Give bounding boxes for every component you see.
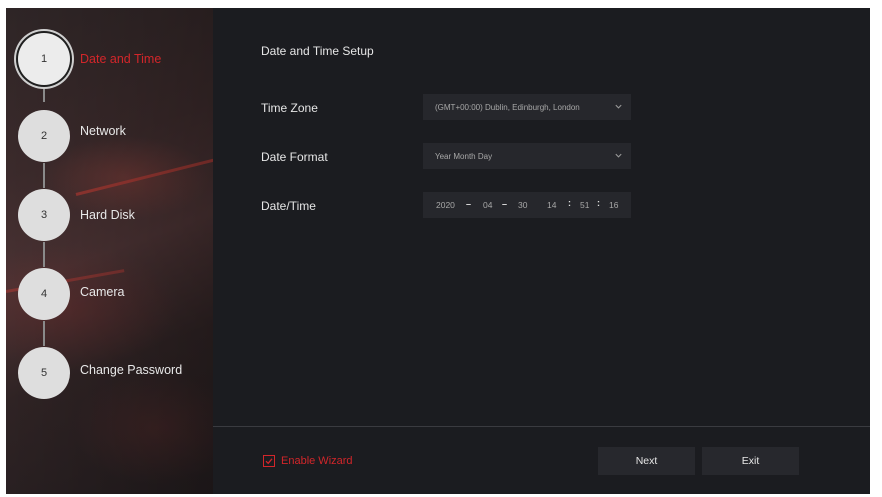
chevron-down-icon xyxy=(615,104,622,109)
date-format-select[interactable]: Year Month Day xyxy=(423,143,631,169)
next-button[interactable]: Next xyxy=(598,447,695,475)
step-number-badge: 3 xyxy=(18,189,70,241)
date-separator: – xyxy=(502,199,508,209)
checkmark-icon xyxy=(265,458,273,465)
date-format-label: Date Format xyxy=(261,150,328,164)
enable-wizard-label: Enable Wizard xyxy=(281,455,353,467)
hour-field[interactable]: 14 xyxy=(547,200,556,210)
setup-wizard-window: 1 Date and Time 2 Network 3 Hard Disk 4 … xyxy=(6,8,870,494)
date-separator: – xyxy=(466,199,472,209)
exit-button[interactable]: Exit xyxy=(702,447,799,475)
step-connector xyxy=(43,242,45,267)
wizard-step-network[interactable]: 2 Network xyxy=(18,109,213,163)
step-label: Network xyxy=(80,124,126,138)
step-label: Camera xyxy=(80,285,125,299)
step-connector xyxy=(43,88,45,102)
step-number-badge: 5 xyxy=(18,347,70,399)
step-connector xyxy=(43,321,45,346)
time-zone-value: (GMT+00:00) Dublin, Edinburgh, London xyxy=(435,102,580,112)
step-number-badge: 1 xyxy=(18,33,70,85)
enable-wizard-toggle[interactable]: Enable Wizard xyxy=(263,455,353,467)
date-time-label: Date/Time xyxy=(261,199,316,213)
time-separator: : xyxy=(597,198,600,208)
enable-wizard-checkbox[interactable] xyxy=(263,455,275,467)
page-title: Date and Time Setup xyxy=(261,44,374,58)
day-field[interactable]: 30 xyxy=(518,200,527,210)
wizard-step-date-and-time[interactable]: 1 Date and Time xyxy=(18,32,213,86)
date-format-value: Year Month Day xyxy=(435,151,493,161)
wizard-content: Date and Time Setup Time Zone (GMT+00:00… xyxy=(213,8,870,494)
wizard-step-change-password[interactable]: 5 Change Password xyxy=(18,346,213,400)
step-connector xyxy=(43,163,45,188)
step-label: Date and Time xyxy=(80,52,162,66)
step-number-badge: 2 xyxy=(18,110,70,162)
month-field[interactable]: 04 xyxy=(483,200,492,210)
wizard-sidebar: 1 Date and Time 2 Network 3 Hard Disk 4 … xyxy=(6,8,213,494)
chevron-down-icon xyxy=(615,153,622,158)
time-zone-label: Time Zone xyxy=(261,101,318,115)
second-field[interactable]: 16 xyxy=(609,200,618,210)
time-separator: : xyxy=(568,198,571,208)
wizard-step-camera[interactable]: 4 Camera xyxy=(18,267,213,321)
wizard-step-hard-disk[interactable]: 3 Hard Disk xyxy=(18,188,213,242)
year-field[interactable]: 2020 xyxy=(436,200,455,210)
time-zone-select[interactable]: (GMT+00:00) Dublin, Edinburgh, London xyxy=(423,94,631,120)
step-label: Hard Disk xyxy=(80,208,135,222)
step-label: Change Password xyxy=(80,363,183,377)
minute-field[interactable]: 51 xyxy=(580,200,589,210)
date-time-input[interactable]: 2020 – 04 – 30 14 : 51 : 16 xyxy=(423,192,631,218)
step-number-badge: 4 xyxy=(18,268,70,320)
footer-divider xyxy=(213,426,870,427)
